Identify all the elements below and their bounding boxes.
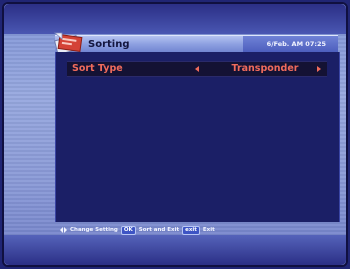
tv-screen: Sorting 6/Feb. AM 07:25 Sort Type Transp…: [0, 0, 350, 269]
change-setting-hint: Change Setting: [70, 227, 118, 233]
sort-and-exit-hint: Sort and Exit: [138, 227, 180, 233]
page-title: Sorting: [88, 39, 130, 50]
menu-title-bar: Sorting 6/Feb. AM 07:25: [55, 35, 338, 53]
left-right-arrows-icon: [60, 227, 67, 233]
sort-type-value: Transponder: [231, 63, 299, 74]
arrow-left-icon[interactable]: [195, 66, 199, 72]
ok-key-badge: OK: [120, 225, 136, 235]
sort-type-label: Sort Type: [72, 63, 123, 74]
datetime-display: 6/Feb. AM 07:25: [266, 40, 326, 48]
bottom-band: [4, 235, 346, 265]
help-bar: Change Setting OK Sort and Exit exit Exi…: [60, 224, 215, 236]
sort-type-row[interactable]: Sort Type Transponder: [67, 61, 327, 77]
exit-key-badge: exit: [182, 225, 200, 235]
exit-hint: Exit: [202, 227, 215, 233]
arrow-right-icon[interactable]: [317, 66, 321, 72]
menu-content-panel: Sort Type Transponder: [55, 52, 340, 222]
